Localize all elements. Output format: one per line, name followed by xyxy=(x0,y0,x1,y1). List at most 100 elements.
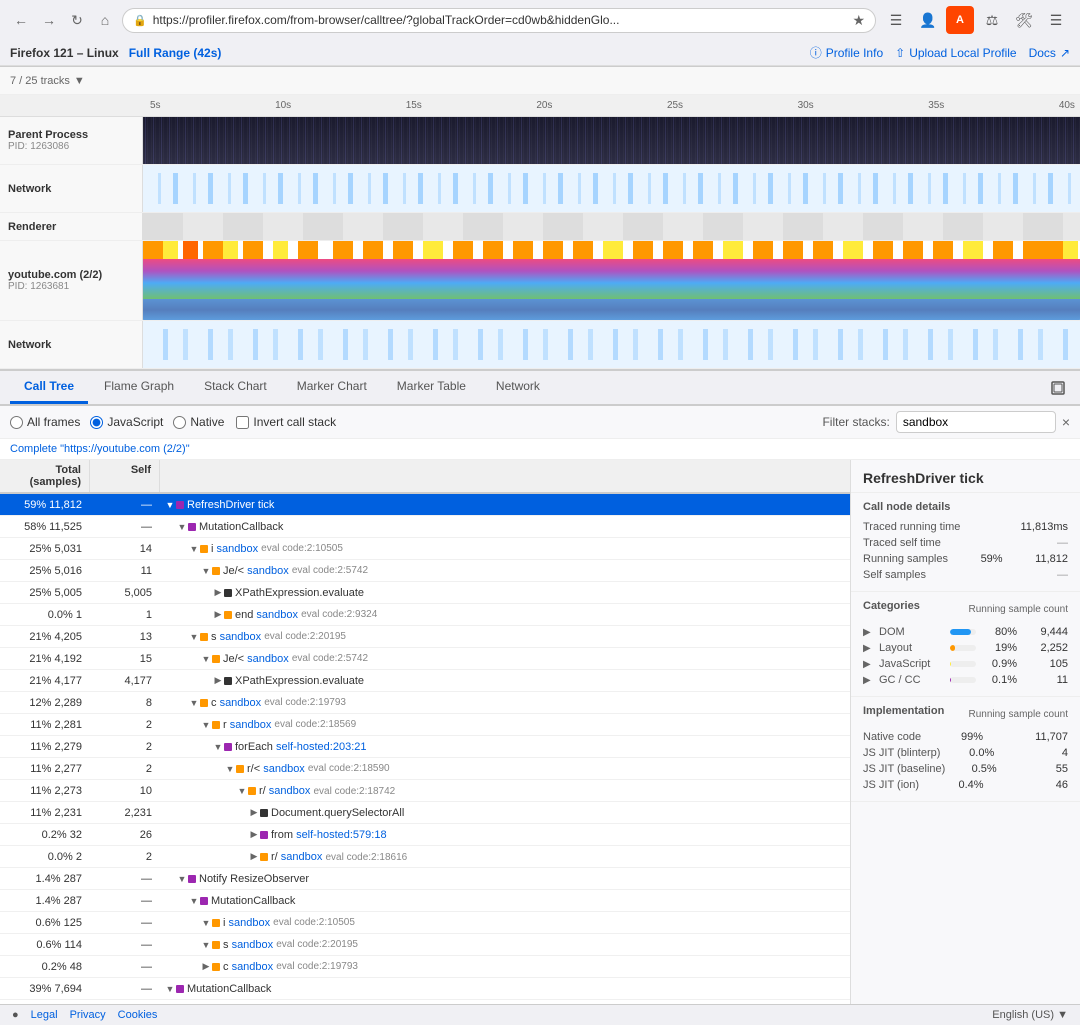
range-label[interactable]: Full Range (42s) xyxy=(129,46,222,60)
expand-icon[interactable]: ▼ xyxy=(176,521,188,533)
renderer-visual[interactable] xyxy=(143,213,1080,240)
expand-icon[interactable]: ▼ xyxy=(200,917,212,929)
category-expand-icon[interactable]: ▶ xyxy=(863,659,873,670)
table-row[interactable]: 0.2% 32 26 ▶from self-hosted:579:18 xyxy=(0,824,850,846)
expand-icon[interactable]: ▼ xyxy=(164,499,176,511)
table-row[interactable]: 0.2% 48 — ▶c sandbox eval code:2:19793 xyxy=(0,956,850,978)
category-row[interactable]: ▶ Layout 19% 2,252 xyxy=(863,640,1068,656)
all-frames-radio[interactable]: All frames xyxy=(10,415,80,429)
fullscreen-button[interactable] xyxy=(1046,376,1070,400)
expand-icon[interactable]: ▶ xyxy=(248,829,260,841)
expand-icon[interactable]: ▶ xyxy=(212,675,224,687)
table-row[interactable]: 0.6% 125 — ▼i sandbox eval code:2:10505 xyxy=(0,912,850,934)
profile-info-button[interactable]: ⓘ Profile Info xyxy=(810,44,883,61)
table-row[interactable]: 25% 5,005 5,005 ▶XPathExpression.evaluat… xyxy=(0,582,850,604)
table-row[interactable]: 21% 4,192 15 ▼Je/< sandbox eval code:2:5… xyxy=(0,648,850,670)
table-row[interactable]: 11% 2,273 10 ▼r/ sandbox eval code:2:187… xyxy=(0,780,850,802)
firefox-ext-button[interactable]: A xyxy=(946,6,974,34)
category-expand-icon[interactable]: ▶ xyxy=(863,643,873,654)
expand-icon[interactable]: ▶ xyxy=(248,851,260,863)
expand-icon[interactable]: ▼ xyxy=(164,983,176,995)
headphones-button[interactable]: ⚖ xyxy=(978,6,1006,34)
reload-button[interactable]: ↻ xyxy=(66,9,88,31)
table-row[interactable]: 25% 5,016 11 ▼Je/< sandbox eval code:2:5… xyxy=(0,560,850,582)
network-2-visual[interactable] xyxy=(143,321,1080,368)
table-row[interactable]: 21% 4,177 4,177 ▶XPathExpression.evaluat… xyxy=(0,670,850,692)
table-row[interactable]: 1.4% 287 — ▼Notify ResizeObserver xyxy=(0,868,850,890)
expand-icon[interactable]: ▼ xyxy=(212,741,224,753)
home-button[interactable]: ⌂ xyxy=(94,9,116,31)
table-row[interactable]: 39% 7,694 — ▼MutationCallback xyxy=(0,978,850,1000)
table-row[interactable]: 58% 11,525 — ▼MutationCallback xyxy=(0,516,850,538)
table-row[interactable]: 1.4% 287 — ▼MutationCallback xyxy=(0,890,850,912)
expand-icon[interactable]: ▼ xyxy=(188,895,200,907)
expand-icon[interactable]: ▼ xyxy=(176,873,188,885)
language-selector[interactable]: English (US) ▼ xyxy=(992,1009,1068,1021)
synced-tabs-button[interactable]: ☰ xyxy=(882,6,910,34)
extensions-button[interactable]: 🛠 xyxy=(1010,6,1038,34)
table-row[interactable]: 0.0% 2 2 ▶r/ sandbox eval code:2:18616 xyxy=(0,846,850,868)
clear-search-button[interactable]: × xyxy=(1062,414,1070,430)
docs-button[interactable]: Docs ↗ xyxy=(1029,46,1070,60)
bookmark-icon[interactable]: ★ xyxy=(852,12,865,29)
parent-process-track[interactable]: Parent Process PID: 1263086 xyxy=(0,117,1080,165)
expand-icon[interactable]: ▼ xyxy=(236,785,248,797)
expand-icon[interactable]: ▼ xyxy=(200,939,212,951)
upload-local-profile-button[interactable]: ⇧ Upload Local Profile xyxy=(895,46,1016,60)
back-button[interactable]: ← xyxy=(10,9,32,31)
invert-checkbox-input[interactable] xyxy=(236,416,249,429)
expand-icon[interactable]: ▶ xyxy=(212,609,224,621)
account-button[interactable]: 👤 xyxy=(914,6,942,34)
all-frames-radio-input[interactable] xyxy=(10,416,23,429)
table-row[interactable]: 11% 2,281 2 ▼r sandbox eval code:2:18569 xyxy=(0,714,850,736)
expand-icon[interactable]: ▼ xyxy=(200,653,212,665)
table-row[interactable]: 11% 2,231 2,231 ▶Document.querySelectorA… xyxy=(0,802,850,824)
expand-icon[interactable]: ▼ xyxy=(224,763,236,775)
tab-network[interactable]: Network xyxy=(482,371,554,404)
legal-link[interactable]: Legal xyxy=(31,1009,58,1021)
table-row[interactable]: 17% 3,317 6 ▼i sandbox eval code:2:10505 xyxy=(0,1000,850,1004)
table-row[interactable]: 11% 2,277 2 ▼r/< sandbox eval code:2:185… xyxy=(0,758,850,780)
table-row[interactable]: 25% 5,031 14 ▼i sandbox eval code:2:1050… xyxy=(0,538,850,560)
table-row[interactable]: 12% 2,289 8 ▼c sandbox eval code:2:19793 xyxy=(0,692,850,714)
category-row[interactable]: ▶ DOM 80% 9,444 xyxy=(863,624,1068,640)
search-input[interactable] xyxy=(896,411,1056,433)
table-row[interactable]: 21% 4,205 13 ▼s sandbox eval code:2:2019… xyxy=(0,626,850,648)
expand-icon[interactable]: ▼ xyxy=(200,565,212,577)
tab-marker-chart[interactable]: Marker Chart xyxy=(283,371,381,404)
parent-process-visual[interactable] xyxy=(143,117,1080,164)
expand-icon[interactable]: ▼ xyxy=(188,631,200,643)
network-1-visual[interactable] xyxy=(143,165,1080,212)
tab-stack-chart[interactable]: Stack Chart xyxy=(190,371,281,404)
expand-icon[interactable]: ▶ xyxy=(212,587,224,599)
privacy-link[interactable]: Privacy xyxy=(70,1009,106,1021)
call-tree-panel[interactable]: Total (samples) Self 59% 11,812 — ▼Refre… xyxy=(0,460,850,1004)
category-row[interactable]: ▶ JavaScript 0.9% 105 xyxy=(863,656,1068,672)
table-row[interactable]: 0.0% 1 1 ▶end sandbox eval code:2:9324 xyxy=(0,604,850,626)
invert-call-stack-checkbox[interactable]: Invert call stack xyxy=(236,415,336,429)
menu-button[interactable]: ☰ xyxy=(1042,6,1070,34)
youtube-visual[interactable] xyxy=(143,241,1080,320)
network-track-2[interactable]: Network xyxy=(0,321,1080,369)
network-track-1[interactable]: Network xyxy=(0,165,1080,213)
tracks-dropdown-icon[interactable]: ▼ xyxy=(74,75,85,87)
javascript-radio[interactable]: JavaScript xyxy=(90,415,163,429)
tab-flame-graph[interactable]: Flame Graph xyxy=(90,371,188,404)
category-expand-icon[interactable]: ▶ xyxy=(863,627,873,638)
native-radio[interactable]: Native xyxy=(173,415,224,429)
table-row[interactable]: 59% 11,812 — ▼RefreshDriver tick xyxy=(0,494,850,516)
expand-icon[interactable]: ▼ xyxy=(188,697,200,709)
renderer-track[interactable]: Renderer xyxy=(0,213,1080,241)
content-link[interactable]: Complete "https://youtube.com (2/2)" xyxy=(0,439,1080,460)
expand-icon[interactable]: ▶ xyxy=(200,961,212,973)
youtube-track[interactable]: youtube.com (2/2) PID: 1263681 xyxy=(0,241,1080,321)
cookies-link[interactable]: Cookies xyxy=(118,1009,158,1021)
category-row[interactable]: ▶ GC / CC 0.1% 11 xyxy=(863,672,1068,688)
tab-call-tree[interactable]: Call Tree xyxy=(10,371,88,404)
expand-icon[interactable]: ▼ xyxy=(188,543,200,555)
tab-marker-table[interactable]: Marker Table xyxy=(383,371,480,404)
expand-icon[interactable]: ▼ xyxy=(200,719,212,731)
category-expand-icon[interactable]: ▶ xyxy=(863,675,873,686)
expand-icon[interactable]: ▶ xyxy=(248,807,260,819)
native-radio-input[interactable] xyxy=(173,416,186,429)
